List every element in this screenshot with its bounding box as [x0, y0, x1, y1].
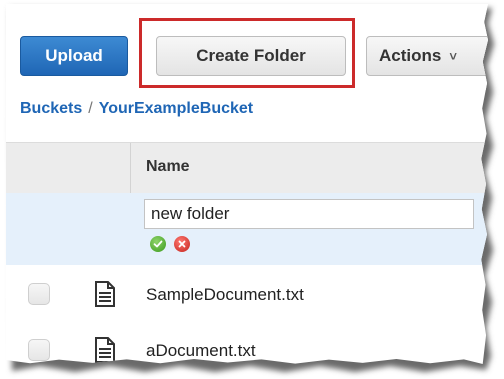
close-circle-icon[interactable]	[174, 236, 190, 252]
file-name[interactable]: aDocument.txt	[146, 341, 256, 361]
actions-button-label: Actions	[379, 46, 442, 65]
upload-button[interactable]: Upload	[20, 36, 128, 76]
upload-button-label: Upload	[45, 46, 103, 65]
column-header-name[interactable]: Name	[146, 158, 190, 176]
create-folder-button[interactable]: Create Folder	[156, 36, 346, 76]
breadcrumb-separator: /	[88, 100, 93, 117]
new-folder-row	[6, 193, 488, 265]
table-header: Name	[6, 142, 488, 194]
checkmark-glyph	[153, 240, 163, 248]
breadcrumb: Buckets / YourExampleBucket	[20, 100, 253, 118]
actions-dropdown-button[interactable]: Actions ˅	[366, 36, 488, 76]
toolbar: Upload Create Folder Actions ˅	[6, 4, 488, 90]
row-checkbox[interactable]	[28, 339, 50, 361]
screenshot-stage: Upload Create Folder Actions ˅ Buckets / Y…	[0, 0, 504, 379]
new-folder-name-input[interactable]	[144, 199, 474, 229]
document-icon	[95, 281, 115, 307]
row-checkbox[interactable]	[28, 283, 50, 305]
file-row[interactable]: SampleDocument.txt	[6, 267, 488, 323]
check-circle-icon[interactable]	[150, 236, 166, 252]
s3-console-panel: Upload Create Folder Actions ˅ Buckets / Y…	[6, 4, 488, 364]
file-name[interactable]: SampleDocument.txt	[146, 285, 304, 305]
document-icon	[95, 337, 115, 363]
header-column-divider	[130, 143, 131, 193]
cross-glyph	[178, 240, 186, 248]
breadcrumb-buckets-link[interactable]: Buckets	[20, 100, 82, 117]
create-folder-button-label: Create Folder	[196, 46, 306, 65]
breadcrumb-current-bucket-link[interactable]: YourExampleBucket	[99, 100, 253, 117]
chevron-down-icon: ˅	[449, 48, 457, 64]
